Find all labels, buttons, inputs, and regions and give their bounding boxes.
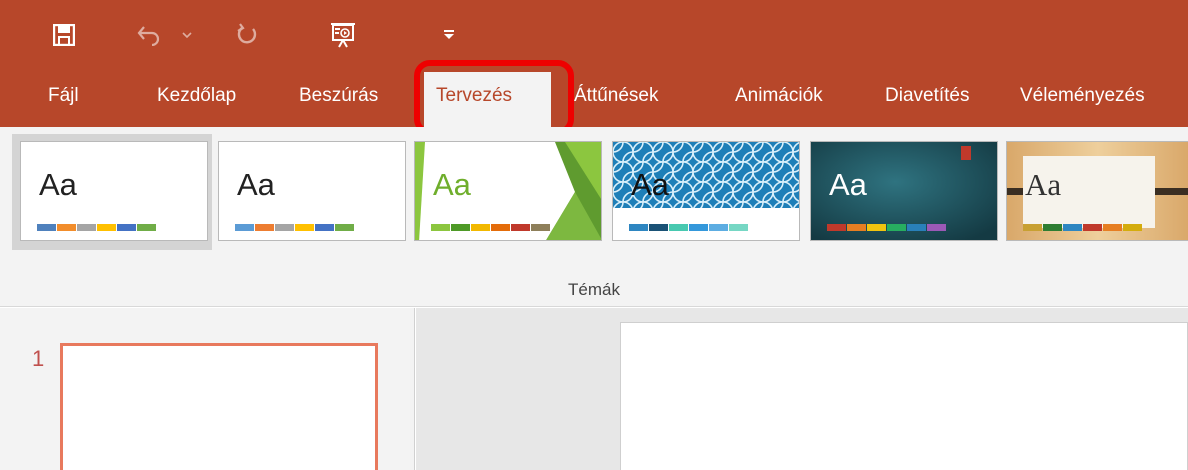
undo-icon[interactable] [132,18,166,52]
start-slideshow-icon[interactable] [326,18,360,52]
tab-review[interactable]: Véleményezés [1020,80,1145,120]
theme-color-swatch [255,224,274,231]
tab-file[interactable]: Fájl [48,80,79,120]
theme-wood-type[interactable]: Aa [1006,141,1188,241]
theme-color-swatch [1123,224,1142,231]
theme-color-swatch [709,224,728,231]
theme-color-swatch [927,224,946,231]
tab-insert[interactable]: Beszúrás [299,80,378,120]
theme-preview-text: Aa [631,167,669,202]
save-icon[interactable] [48,18,80,52]
theme-office-2[interactable]: Aa [218,141,406,241]
tab-animations[interactable]: Animációk [735,80,823,120]
theme-color-swatch [235,224,254,231]
theme-color-swatch [77,224,96,231]
theme-color-swatch [531,224,550,231]
theme-color-swatches [827,224,946,231]
theme-color-swatch [867,224,886,231]
theme-color-swatches [629,224,748,231]
theme-preview-text: Aa [1025,167,1062,202]
customize-toolbar-icon[interactable] [440,18,458,52]
theme-color-swatches [1023,224,1142,231]
theme-color-swatch [335,224,354,231]
theme-color-swatch [431,224,450,231]
theme-office[interactable]: Aa [20,141,208,241]
undo-dropdown-icon[interactable] [180,18,194,52]
theme-preview-text: Aa [433,167,471,202]
theme-color-swatch [471,224,490,231]
theme-color-swatch [729,224,748,231]
theme-color-swatch [57,224,76,231]
theme-color-swatch [1023,224,1042,231]
theme-color-swatch [1083,224,1102,231]
theme-color-swatch [295,224,314,231]
themes-group-label: Témák [568,280,620,299]
theme-preview-text: Aa [237,167,275,202]
theme-color-swatch [491,224,510,231]
tab-design[interactable]: Tervezés [424,72,551,127]
theme-color-swatch [511,224,530,231]
theme-color-swatch [629,224,648,231]
theme-preview-text: Aa [829,167,867,202]
theme-color-swatch [847,224,866,231]
theme-color-swatch [37,224,56,231]
tab-slide-show[interactable]: Diavetítés [885,80,969,120]
theme-color-swatch [117,224,136,231]
theme-color-swatch [137,224,156,231]
theme-color-swatches [235,224,354,231]
theme-color-swatch [689,224,708,231]
slide-number: 1 [32,346,45,371]
theme-color-swatches [431,224,550,231]
theme-ion[interactable]: Aa [810,141,998,241]
theme-color-swatch [649,224,668,231]
slide-canvas[interactable] [620,322,1188,470]
theme-color-swatch [275,224,294,231]
theme-color-swatches [37,224,156,231]
tab-home[interactable]: Kezdőlap [157,80,236,120]
theme-color-swatch [1103,224,1122,231]
slide-thumbnail[interactable] [60,343,378,470]
theme-color-swatch [1063,224,1082,231]
theme-color-swatch [669,224,688,231]
redo-icon[interactable] [232,18,262,52]
theme-color-swatch [887,224,906,231]
theme-color-swatch [97,224,116,231]
title-bar [0,0,1188,67]
theme-color-swatch [315,224,334,231]
tab-transitions[interactable]: Áttűnések [574,80,659,120]
theme-color-swatch [1043,224,1062,231]
theme-facet[interactable]: Aa [414,141,602,241]
theme-color-swatch [827,224,846,231]
theme-color-swatch [907,224,926,231]
theme-color-swatch [451,224,470,231]
theme-preview-text: Aa [39,167,77,202]
theme-circuit[interactable]: Aa [612,141,800,241]
